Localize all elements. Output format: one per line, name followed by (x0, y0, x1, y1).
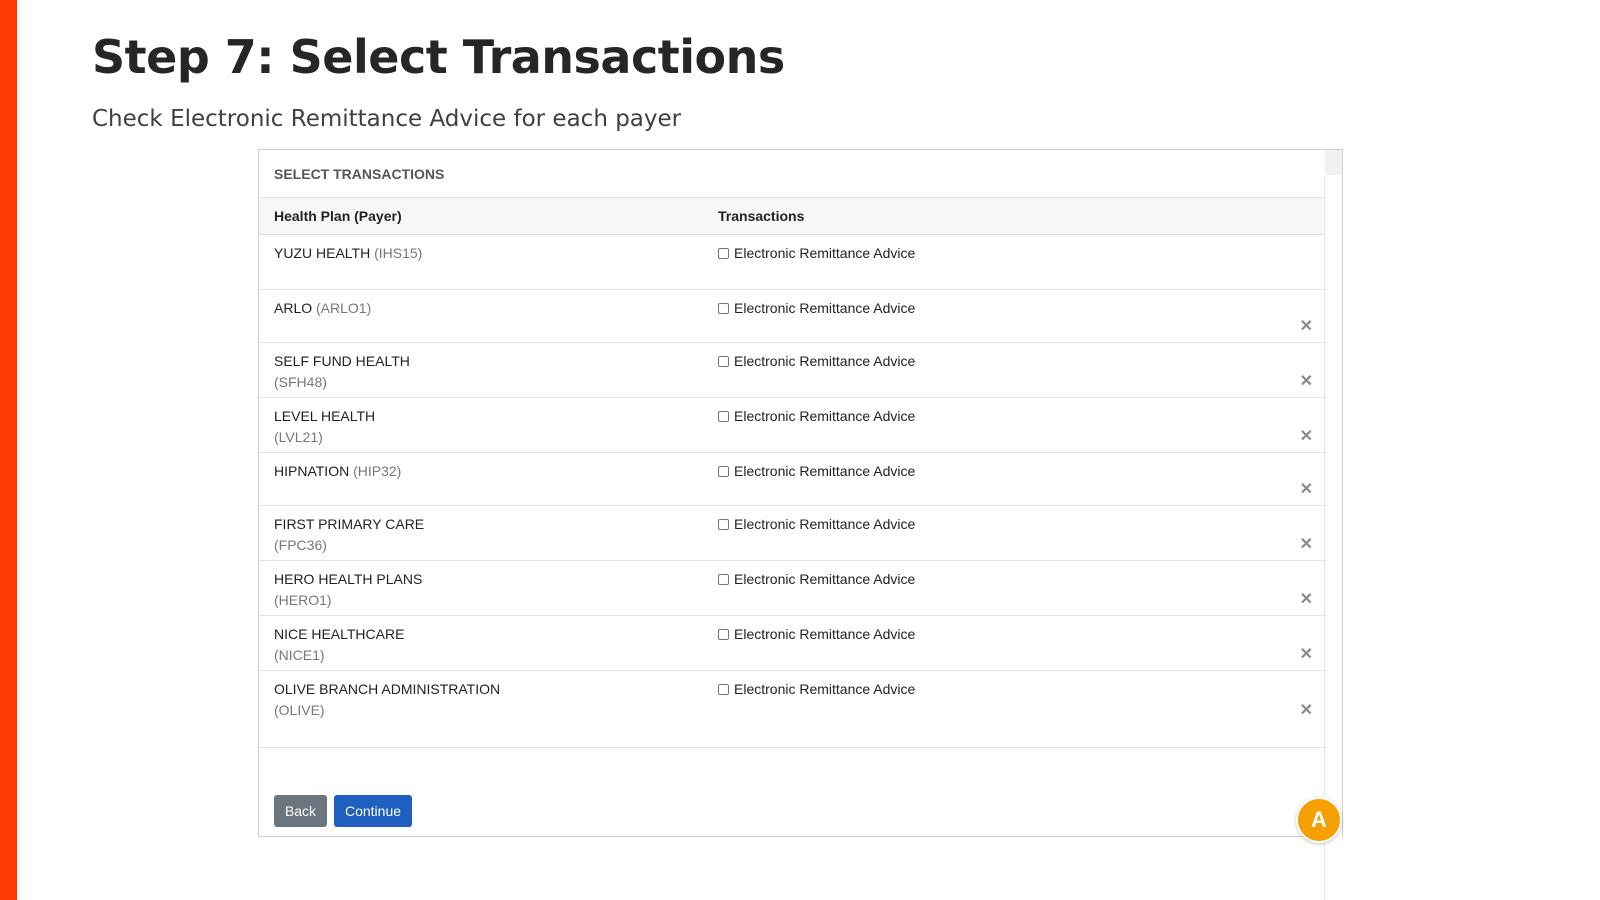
era-label: Electronic Remittance Advice (734, 245, 916, 261)
payer-code: (HERO1) (274, 592, 332, 608)
slide: Step 7: Select Transactions Check Electr… (0, 0, 1600, 900)
era-label: Electronic Remittance Advice (734, 516, 916, 532)
payer-table: Health Plan (Payer) Transactions YUZU HE… (259, 198, 1327, 748)
era-checkbox[interactable] (718, 248, 729, 259)
payer-cell: FIRST PRIMARY CARE (FPC36) (259, 506, 718, 560)
slide-subtitle: Check Electronic Remittance Advice for e… (92, 106, 682, 132)
payer-cell: ARLO (ARLO1) (259, 290, 718, 342)
payer-cell: LEVEL HEALTH (LVL21) (259, 398, 718, 452)
payer-code: (NICE1) (274, 647, 325, 663)
payer-cell: SELF FUND HEALTH (SFH48) (259, 343, 718, 397)
transaction-cell: Electronic Remittance Advice (718, 453, 1327, 505)
close-icon[interactable]: ✕ (1300, 592, 1313, 608)
payer-name: NICE HEALTHCARE (274, 626, 405, 642)
transaction-cell: Electronic Remittance Advice (718, 561, 1327, 615)
era-checkbox-label[interactable]: Electronic Remittance Advice (718, 624, 915, 645)
era-label: Electronic Remittance Advice (734, 681, 916, 697)
era-checkbox-label[interactable]: Electronic Remittance Advice (718, 298, 915, 319)
era-checkbox[interactable] (718, 574, 729, 585)
payer-cell: NICE HEALTHCARE (NICE1) (259, 616, 718, 670)
select-transactions-panel: SELECT TRANSACTIONS Health Plan (Payer) … (258, 149, 1343, 900)
payer-name: SELF FUND HEALTH (274, 353, 410, 369)
transaction-cell: Electronic Remittance Advice (718, 290, 1327, 342)
payer-code: (LVL21) (274, 429, 323, 445)
era-checkbox-label[interactable]: Electronic Remittance Advice (718, 461, 915, 482)
era-checkbox-label[interactable]: Electronic Remittance Advice (718, 243, 915, 264)
era-checkbox-label[interactable]: Electronic Remittance Advice (718, 406, 915, 427)
era-checkbox[interactable] (718, 519, 729, 530)
table-row: HERO HEALTH PLANS (HERO1) Electronic Rem… (259, 561, 1327, 616)
era-checkbox[interactable] (718, 684, 729, 695)
era-checkbox-label[interactable]: Electronic Remittance Advice (718, 679, 915, 700)
close-icon[interactable]: ✕ (1300, 647, 1313, 663)
era-label: Electronic Remittance Advice (734, 300, 916, 316)
era-label: Electronic Remittance Advice (734, 626, 916, 642)
close-icon[interactable]: ✕ (1300, 429, 1313, 445)
continue-button[interactable]: Continue (334, 795, 412, 827)
payer-cell: HIPNATION (HIP32) (259, 453, 718, 505)
era-checkbox[interactable] (718, 629, 729, 640)
era-checkbox[interactable] (718, 466, 729, 477)
close-icon[interactable]: ✕ (1300, 703, 1313, 719)
payer-name: HERO HEALTH PLANS (274, 571, 423, 587)
slide-title: Step 7: Select Transactions (92, 30, 785, 84)
panel-header: SELECT TRANSACTIONS (259, 150, 1327, 198)
era-checkbox[interactable] (718, 303, 729, 314)
payer-name: LEVEL HEALTH (274, 408, 376, 424)
table-row: YUZU HEALTH (IHS15) Electronic Remittanc… (259, 235, 1327, 290)
payer-cell: YUZU HEALTH (IHS15) (259, 235, 718, 289)
transaction-cell: Electronic Remittance Advice (718, 671, 1327, 747)
era-label: Electronic Remittance Advice (734, 463, 916, 479)
era-label: Electronic Remittance Advice (734, 571, 916, 587)
payer-name: HIPNATION (274, 463, 350, 479)
era-label: Electronic Remittance Advice (734, 353, 916, 369)
era-checkbox[interactable] (718, 411, 729, 422)
transaction-cell: Electronic Remittance Advice (718, 506, 1327, 560)
payer-code: (HIP32) (353, 463, 402, 479)
payer-name: ARLO (274, 300, 313, 316)
payer-cell: OLIVE BRANCH ADMINISTRATION (OLIVE) (259, 671, 718, 747)
close-icon[interactable]: ✕ (1300, 537, 1313, 553)
payer-code: (IHS15) (374, 245, 423, 261)
column-header-transactions: Transactions (718, 208, 805, 224)
accent-bar (0, 0, 17, 900)
close-icon[interactable]: ✕ (1300, 482, 1313, 498)
transaction-cell: Electronic Remittance Advice (718, 343, 1327, 397)
payer-name: OLIVE BRANCH ADMINISTRATION (274, 681, 501, 697)
table-row: HIPNATION (HIP32) Electronic Remittance … (259, 453, 1327, 506)
table-header: Health Plan (Payer) Transactions (259, 198, 1327, 235)
close-icon[interactable]: ✕ (1300, 374, 1313, 390)
transaction-cell: Electronic Remittance Advice (718, 398, 1327, 452)
avatar[interactable]: A (1296, 797, 1342, 843)
table-row: FIRST PRIMARY CARE (FPC36) Electronic Re… (259, 506, 1327, 561)
payer-code: (OLIVE) (274, 702, 325, 718)
transaction-cell: Electronic Remittance Advice (718, 235, 1327, 289)
table-row: LEVEL HEALTH (LVL21) Electronic Remittan… (259, 398, 1327, 453)
era-checkbox-label[interactable]: Electronic Remittance Advice (718, 569, 915, 590)
table-row: ARLO (ARLO1) Electronic Remittance Advic… (259, 290, 1327, 343)
payer-name: FIRST PRIMARY CARE (274, 516, 425, 532)
payer-code: (SFH48) (274, 374, 327, 390)
era-label: Electronic Remittance Advice (734, 408, 916, 424)
footer-buttons: Back Continue (274, 795, 412, 827)
close-icon[interactable]: ✕ (1300, 319, 1313, 335)
back-button[interactable]: Back (274, 795, 327, 827)
table-row: NICE HEALTHCARE (NICE1) Electronic Remit… (259, 616, 1327, 671)
transaction-cell: Electronic Remittance Advice (718, 616, 1327, 670)
table-row: SELF FUND HEALTH (SFH48) Electronic Remi… (259, 343, 1327, 398)
era-checkbox-label[interactable]: Electronic Remittance Advice (718, 514, 915, 535)
payer-cell: HERO HEALTH PLANS (HERO1) (259, 561, 718, 615)
column-header-payer: Health Plan (Payer) (274, 208, 402, 224)
payer-code: (FPC36) (274, 537, 327, 553)
era-checkbox[interactable] (718, 356, 729, 367)
payer-code: (ARLO1) (316, 300, 372, 316)
table-row: OLIVE BRANCH ADMINISTRATION (OLIVE) Elec… (259, 671, 1327, 748)
payer-name: YUZU HEALTH (274, 245, 371, 261)
era-checkbox-label[interactable]: Electronic Remittance Advice (718, 351, 915, 372)
